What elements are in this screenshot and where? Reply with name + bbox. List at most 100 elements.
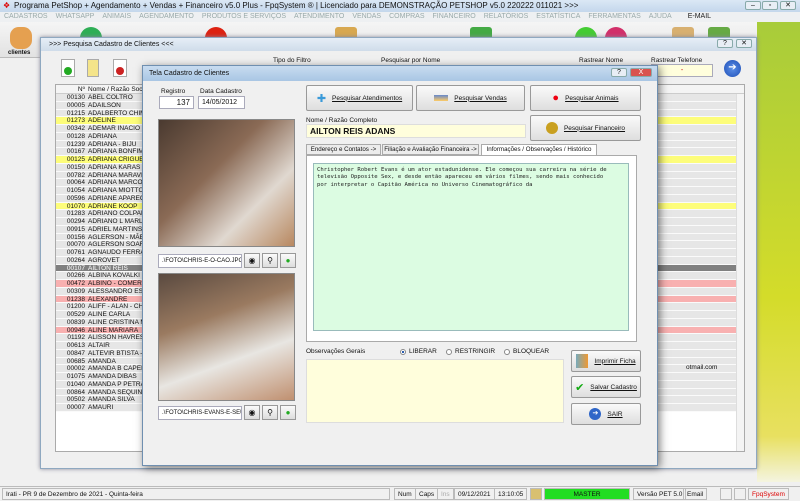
row-number: 00156 <box>66 233 85 241</box>
row-number: 00864 <box>66 388 85 396</box>
new-record-icon[interactable] <box>61 59 75 77</box>
settings-icon[interactable] <box>720 488 732 500</box>
row-name: ADRIEL MARTINS <box>88 225 143 233</box>
status-ins: Ins <box>437 488 454 500</box>
keyboard-icon[interactable] <box>734 488 746 500</box>
upload-icon[interactable]: ● <box>280 405 296 420</box>
exit-button[interactable]: ➔ SAIR <box>571 403 641 425</box>
row-name: ADRIANA BONFIM <box>88 148 144 156</box>
row-name: AGLERSON SOARE <box>88 241 149 249</box>
menu-item-compras[interactable]: COMPRAS <box>389 13 424 20</box>
col-name: Nome / Razão Social <box>88 86 150 93</box>
menu-item-animais[interactable]: ANIMAIS <box>102 13 131 20</box>
search-sales-button[interactable]: Pesquisar Vendas <box>416 85 525 111</box>
menu-item-atendimento[interactable]: ATENDIMENTO <box>294 13 344 20</box>
data-cadastro-label: Data Cadastro <box>200 88 242 95</box>
row-name: AMANDA P PETRA <box>88 380 145 388</box>
row-number: 00613 <box>66 342 85 349</box>
tab-endereco[interactable]: Endereço e Contatos -> <box>306 144 381 155</box>
row-number: 01200 <box>66 303 85 311</box>
list-scrollbar[interactable] <box>736 94 744 451</box>
email-button[interactable]: Email <box>683 488 708 500</box>
menu-item-produtos-e-servi-os[interactable]: PRODUTOS E SERVIÇOS <box>202 13 286 20</box>
row-number: 01238 <box>66 295 85 303</box>
search-financial-button[interactable]: Pesquisar Financeiro <box>530 115 641 141</box>
search-animals-button[interactable]: ● Pesquisar Animais <box>530 85 641 111</box>
webcam-icon[interactable]: ◉ <box>244 253 260 268</box>
menu-item-e-mail[interactable]: E-MAIL <box>688 13 711 20</box>
status-user: MASTER <box>544 488 630 500</box>
go-arrow-button[interactable]: ➔ <box>724 60 741 77</box>
search-appointments-button[interactable]: ✚ Pesquisar Atendimentos <box>306 85 413 111</box>
webcam-icon[interactable]: ◉ <box>244 405 260 420</box>
checkmark-icon: ✔ <box>575 381 585 394</box>
row-name: ALINE CARLA <box>88 311 131 318</box>
history-textarea[interactable]: Christopher Robert Evans é um ator estad… <box>313 163 629 331</box>
row-name: ADRIANA KARAS <box>88 163 141 171</box>
clients-icon[interactable] <box>10 27 32 49</box>
row-number: 00294 <box>66 218 85 225</box>
menu-item-vendas[interactable]: VENDAS <box>352 13 381 20</box>
zoom-icon[interactable]: ⚲ <box>262 253 278 268</box>
zoom-icon[interactable]: ⚲ <box>262 405 278 420</box>
row-number: 00107 <box>66 264 85 272</box>
help-button[interactable]: ? <box>717 39 733 48</box>
status-time: 13:10:05 <box>494 488 528 500</box>
close-button[interactable]: ✕ <box>736 39 752 48</box>
menu-item-estat-stica[interactable]: ESTATÍSTICA <box>536 13 580 20</box>
photo2-path-field[interactable]: .\FOTO\CHRIS-EVANS-E-SEU <box>158 406 242 420</box>
upload-icon[interactable]: ● <box>280 253 296 268</box>
paw-plus-icon: ✚ <box>316 92 327 105</box>
close-button[interactable]: X <box>630 68 652 77</box>
track-name-label: Rastrear Nome <box>579 57 624 64</box>
menu-item-whatsapp[interactable]: WHATSAPP <box>56 13 95 20</box>
help-button[interactable]: ? <box>611 68 627 77</box>
search-name-label: Pesquisar por Nome <box>381 57 441 64</box>
row-number: 01040 <box>66 380 85 388</box>
track-phone-input[interactable]: - <box>651 64 713 77</box>
nome-label: Nome / Razão Completo <box>306 117 378 124</box>
photo1-path-field[interactable]: .\FOTO\CHRIS-E-O-CAO.JPG <box>158 254 242 268</box>
close-button[interactable]: ✕ <box>780 1 796 10</box>
radio-bloquear[interactable]: BLOQUEAR <box>504 348 549 355</box>
minimize-button[interactable]: – <box>745 1 761 10</box>
row-number: 00167 <box>66 148 85 156</box>
search-window-title: >>> Pesquisa Cadastro de Clientes <<< <box>41 38 756 51</box>
menu-item-cadastros[interactable]: CADASTROS <box>4 13 48 20</box>
row-name: AGROVET <box>88 256 120 264</box>
row-name: AGNAUDO FERRA <box>88 249 145 256</box>
row-name: ALTAIR <box>88 342 110 349</box>
clientes-label: clientes <box>8 50 31 56</box>
sales-icon <box>434 95 449 101</box>
coins-icon <box>545 122 558 134</box>
delete-icon[interactable] <box>113 59 127 77</box>
data-cadastro-field[interactable]: 14/05/2012 <box>198 96 245 109</box>
menu-item-financeiro[interactable]: FINANCEIRO <box>433 13 476 20</box>
nome-field[interactable]: AILTON REIS ADANS <box>306 124 526 138</box>
menu-item-ferramentas[interactable]: FERRAMENTAS <box>588 13 640 20</box>
save-button[interactable]: ✔ Salvar Cadastro <box>571 376 641 398</box>
obs-textarea[interactable] <box>306 359 564 423</box>
row-number: 00839 <box>66 318 85 326</box>
menu-item-agendamento[interactable]: AGENDAMENTO <box>139 13 194 20</box>
menu-bar: CADASTROS WHATSAPP ANIMAIS AGENDAMENTO PRODU… <box>0 12 800 22</box>
row-name: ALISSON HAVRESI <box>88 334 147 342</box>
row-number: 00150 <box>66 163 85 171</box>
row-name: ADRIANE KOOP <box>88 202 138 210</box>
tab-filiacao[interactable]: Filiação e Avaliação Financeira -> <box>382 144 479 155</box>
radio-restringir[interactable]: RESTRINGIR <box>446 348 495 355</box>
row-name: AMANDA <box>88 357 116 365</box>
paw-icon: ● <box>552 92 560 104</box>
edit-icon[interactable] <box>87 59 99 77</box>
menu-item-relat-rios[interactable]: RELATÓRIOS <box>484 13 529 20</box>
registro-field[interactable]: 137 <box>159 96 194 109</box>
row-number: 00342 <box>66 125 85 132</box>
status-caps: Caps <box>415 488 439 500</box>
dialog-title: Tela Cadastro de Clientes <box>143 66 657 81</box>
row-number: 00064 <box>66 179 85 187</box>
status-location: Irati - PR 9 de Dezembro de 2021 - Quint… <box>2 488 390 500</box>
maximize-button[interactable]: ▫ <box>762 1 778 10</box>
print-button[interactable]: Imprimir Ficha <box>571 350 641 372</box>
radio-liberar[interactable]: LIBERAR <box>400 348 437 355</box>
menu-item-ajuda[interactable]: AJUDA <box>649 13 672 20</box>
